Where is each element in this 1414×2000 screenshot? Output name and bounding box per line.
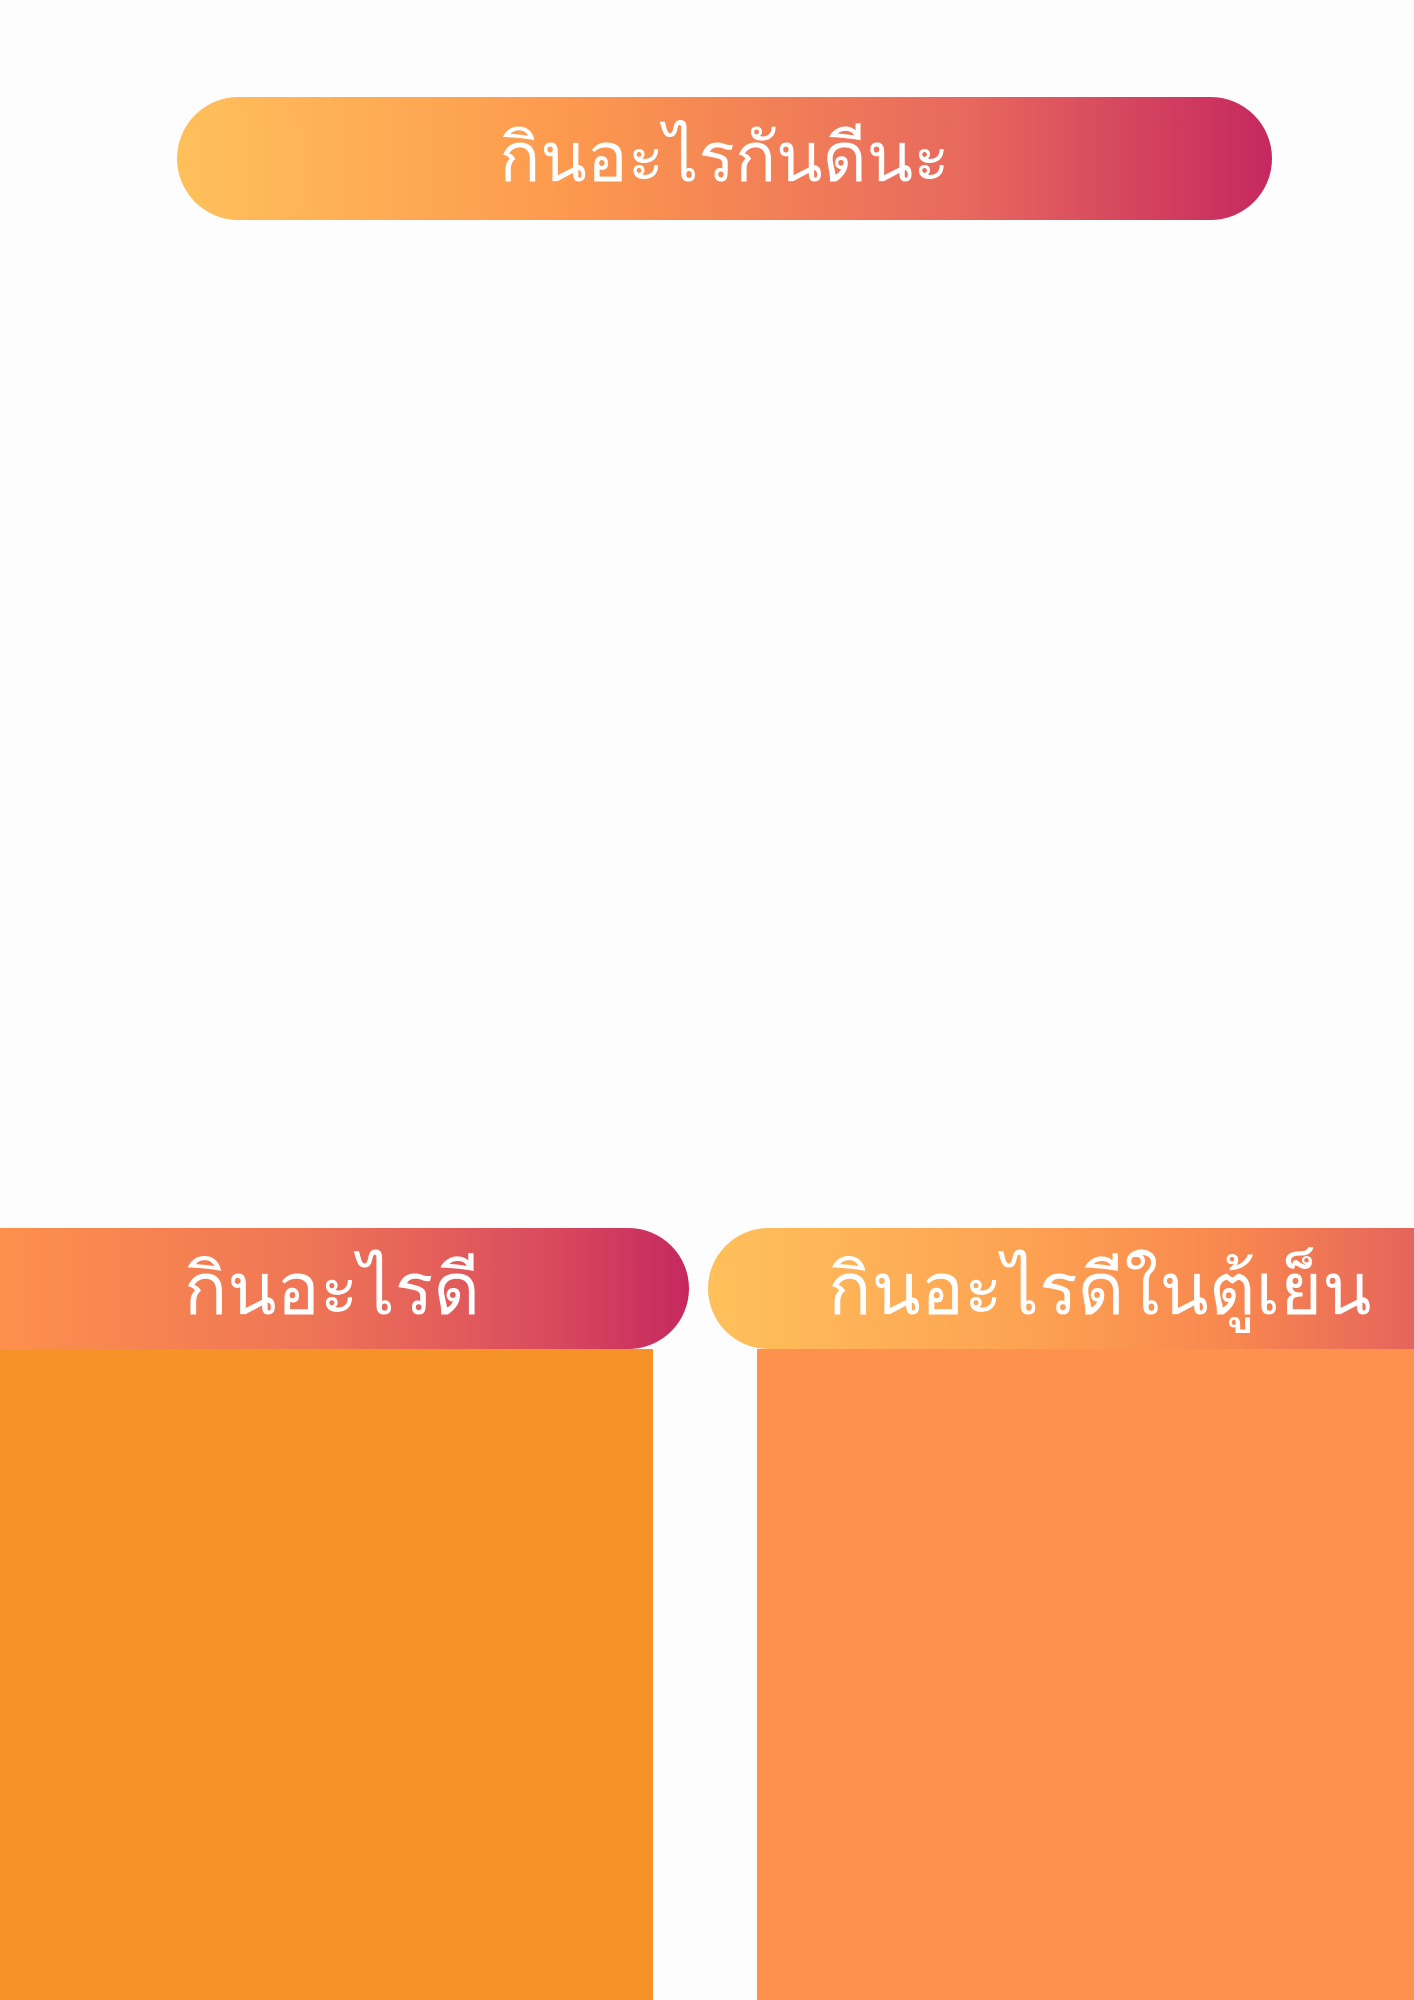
right-column-header: กินอะไรดีในตู้เย็น xyxy=(708,1228,1414,1349)
left-column-title: กินอะไรดี xyxy=(183,1246,481,1331)
left-column-header: กินอะไรดี xyxy=(0,1228,689,1349)
right-column-title: กินอะไรดีในตู้เย็น xyxy=(828,1246,1372,1331)
page-title: กินอะไรกันดีนะ xyxy=(499,118,950,198)
right-column-panel xyxy=(757,1349,1414,2000)
left-column-panel xyxy=(0,1349,653,2000)
title-banner: กินอะไรกันดีนะ xyxy=(177,97,1272,220)
